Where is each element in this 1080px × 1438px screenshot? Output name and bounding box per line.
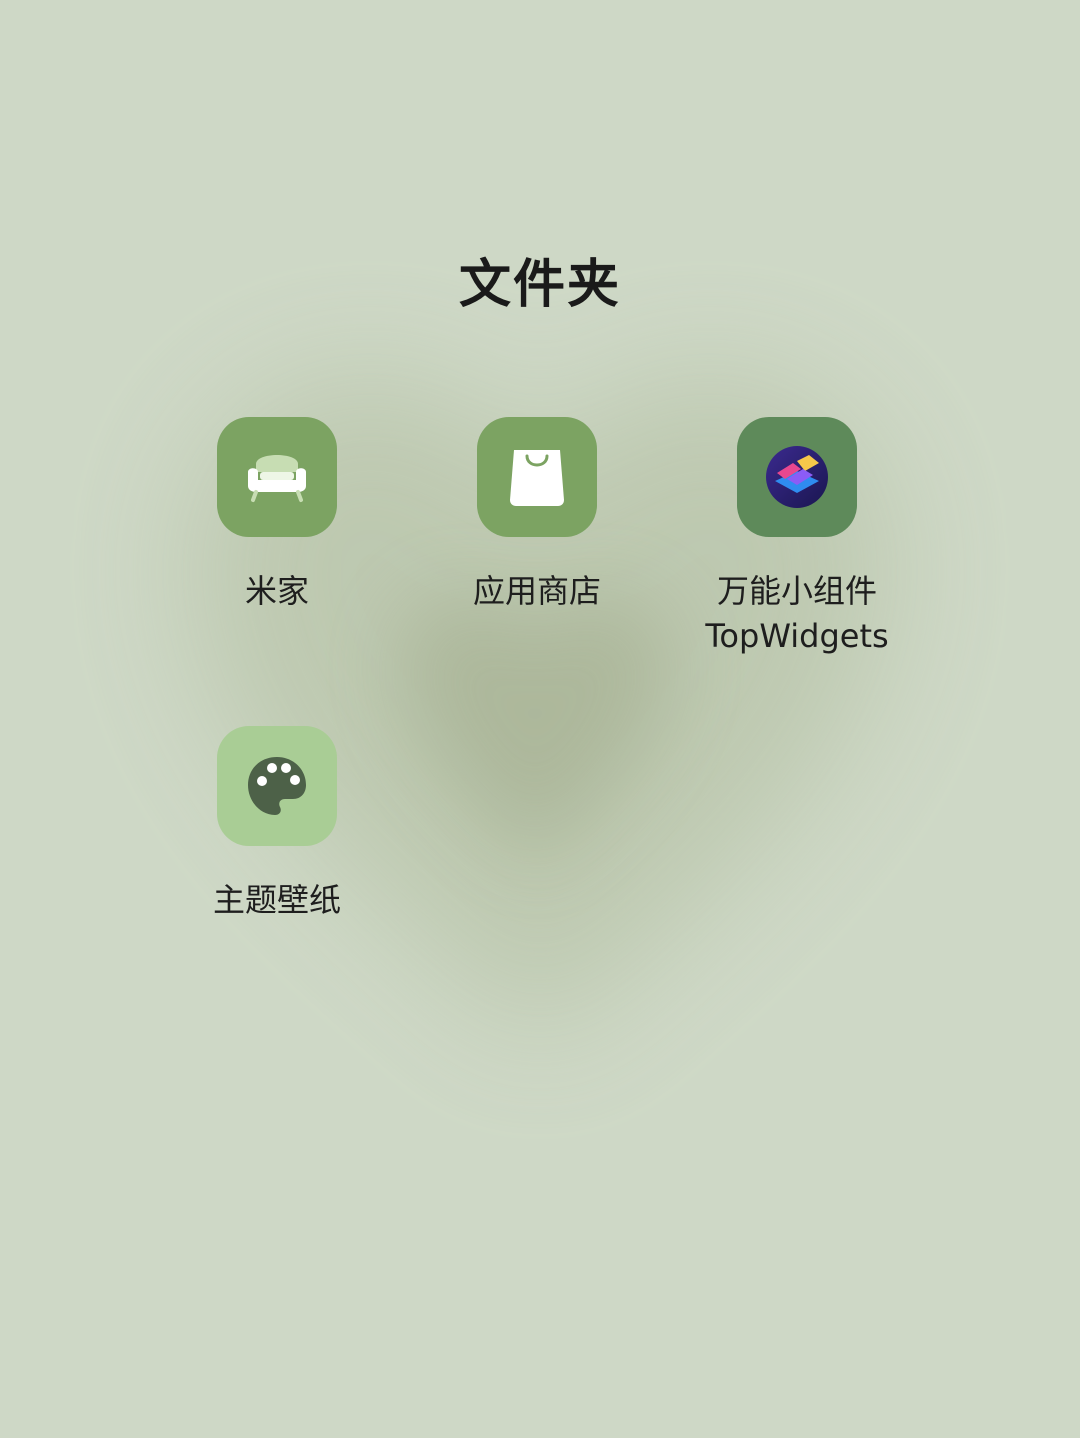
heart-background xyxy=(190,379,890,1040)
app-label-store: 应用商店 xyxy=(472,572,601,610)
app-icon-themes[interactable] xyxy=(217,726,337,846)
app-store[interactable]: 应用商店 xyxy=(417,417,657,614)
app-label-topwidgets-line1: 万能小组件 xyxy=(716,572,877,610)
app-mijia[interactable]: 米家 xyxy=(157,417,397,614)
app-label-mijia: 米家 xyxy=(244,572,309,610)
app-icon-mijia[interactable] xyxy=(217,417,337,537)
app-icon-store[interactable] xyxy=(477,417,597,537)
app-label-topwidgets-line2: TopWidgets xyxy=(705,617,889,655)
palette-icon xyxy=(248,757,306,815)
shopping-bag-icon xyxy=(510,450,564,506)
app-icon-topwidgets[interactable] xyxy=(737,417,857,537)
app-themes[interactable]: 主题壁纸 xyxy=(157,726,397,923)
folder-title: 文件夹 xyxy=(458,255,621,315)
app-label-themes: 主题壁纸 xyxy=(212,881,341,919)
layers-icon xyxy=(766,446,828,508)
sofa-icon xyxy=(248,455,306,502)
app-label-topwidgets: 万能小组件 TopWidgets xyxy=(705,569,888,659)
app-topwidgets[interactable]: 万能小组件 TopWidgets xyxy=(677,417,917,659)
